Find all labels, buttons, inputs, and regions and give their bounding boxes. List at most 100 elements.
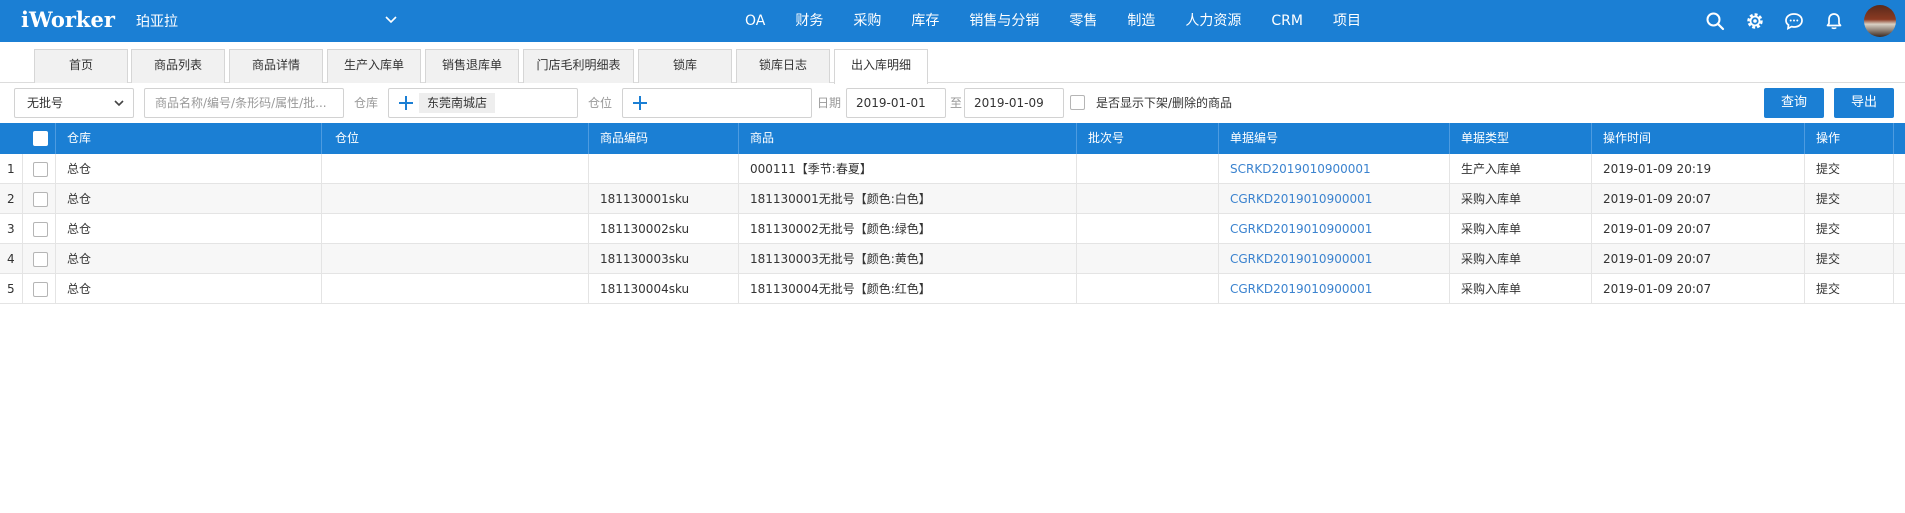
row-index: 5 — [7, 282, 15, 296]
app-logo[interactable]: iWorker — [21, 7, 115, 32]
cell-divider — [738, 184, 739, 214]
cell-doc-type: 采购入库单 — [1461, 252, 1522, 266]
tab-home[interactable]: 首页 — [34, 49, 128, 83]
doc-number-link[interactable]: CGRKD2019010900001 — [1230, 214, 1372, 244]
cell-divider — [1076, 214, 1077, 244]
cell-op: 提交 — [1816, 282, 1841, 296]
cell-product: 181130001无批号【颜色:白色】 — [750, 192, 931, 206]
cell-time: 2019-01-09 20:07 — [1603, 222, 1712, 236]
cell-product: 181130004无批号【颜色:红色】 — [750, 282, 931, 296]
cell-divider — [22, 154, 23, 184]
table-row[interactable]: 4 总仓 181130003sku 181130003无批号【颜色:黄色】 CG… — [0, 244, 1905, 274]
tab-sales-return[interactable]: 销售退库单 — [425, 49, 519, 83]
column-header-location[interactable]: 仓位 — [335, 123, 359, 154]
nav-item-inventory[interactable]: 库存 — [896, 0, 954, 42]
doc-number-link[interactable]: SCRKD2019010900001 — [1230, 154, 1371, 184]
column-header-doc-no[interactable]: 单据编号 — [1230, 123, 1278, 154]
filter-bar: 无批号 商品名称/编号/条形码/属性/批... 仓库 东莞南城店 仓位 日期 2… — [0, 83, 1905, 123]
gear-icon[interactable] — [1745, 11, 1765, 31]
doc-number-link[interactable]: CGRKD2019010900001 — [1230, 244, 1372, 274]
cell-divider — [1893, 214, 1894, 244]
warehouse-picker[interactable]: 东莞南城店 — [388, 88, 578, 118]
chevron-down-icon[interactable] — [383, 11, 399, 27]
cell-divider — [1893, 154, 1894, 184]
table-row[interactable]: 1 总仓 000111【季节:春夏】 SCRKD2019010900001 生产… — [0, 154, 1905, 184]
cell-divider — [1591, 274, 1592, 304]
column-header-warehouse[interactable]: 仓库 — [67, 123, 91, 154]
cell-divider — [1893, 274, 1894, 304]
export-button[interactable]: 导出 — [1834, 88, 1894, 118]
column-header-batch[interactable]: 批次号 — [1088, 123, 1124, 154]
product-search-input[interactable]: 商品名称/编号/条形码/属性/批... — [144, 88, 344, 118]
nav-item-crm[interactable]: CRM — [1256, 0, 1318, 42]
nav-item-purchase[interactable]: 采购 — [838, 0, 896, 42]
search-icon[interactable] — [1705, 11, 1725, 31]
table-row[interactable]: 2 总仓 181130001sku 181130001无批号【颜色:白色】 CG… — [0, 184, 1905, 214]
column-header-time[interactable]: 操作时间 — [1603, 123, 1651, 154]
table-row[interactable]: 5 总仓 181130004sku 181130004无批号【颜色:红色】 CG… — [0, 274, 1905, 304]
cell-divider — [55, 184, 56, 214]
batch-select[interactable]: 无批号 — [14, 88, 134, 118]
nav-item-project[interactable]: 项目 — [1318, 0, 1376, 42]
column-header-code[interactable]: 商品编码 — [600, 123, 648, 154]
column-divider — [1804, 123, 1805, 154]
doc-number-link[interactable]: CGRKD2019010900001 — [1230, 274, 1372, 304]
nav-item-oa[interactable]: OA — [730, 0, 780, 42]
tab-lock-log[interactable]: 锁库日志 — [736, 49, 830, 83]
cell-warehouse: 总仓 — [67, 222, 92, 236]
tab-inout-detail[interactable]: 出入库明细 — [834, 49, 928, 84]
table-row[interactable]: 3 总仓 181130002sku 181130002无批号【颜色:绿色】 CG… — [0, 214, 1905, 244]
company-name[interactable]: 珀亚拉 — [136, 11, 178, 31]
row-checkbox[interactable] — [33, 192, 48, 207]
doc-number-link[interactable]: CGRKD2019010900001 — [1230, 184, 1372, 214]
tab-product-list[interactable]: 商品列表 — [131, 49, 225, 83]
cell-divider — [1076, 154, 1077, 184]
column-header-op[interactable]: 操作 — [1816, 123, 1840, 154]
batch-select-value: 无批号 — [27, 96, 64, 110]
cell-divider — [1218, 214, 1219, 244]
tab-lock-stock[interactable]: 锁库 — [638, 49, 732, 83]
nav-item-sales[interactable]: 销售与分销 — [954, 0, 1054, 42]
tab-production-inbound[interactable]: 生产入库单 — [327, 49, 421, 83]
cell-time: 2019-01-09 20:07 — [1603, 282, 1712, 296]
cell-time: 2019-01-09 20:19 — [1603, 162, 1712, 176]
date-to-input[interactable]: 2019-01-09 — [964, 88, 1064, 118]
table-header: 仓库 仓位 商品编码 商品 批次号 单据编号 单据类型 操作时间 操作 — [0, 123, 1905, 154]
column-divider — [738, 123, 739, 154]
cell-doc-type: 生产入库单 — [1461, 162, 1522, 176]
plus-icon[interactable] — [397, 94, 415, 112]
select-all-checkbox[interactable] — [33, 131, 48, 146]
plus-icon[interactable] — [631, 94, 649, 112]
cell-divider — [1804, 244, 1805, 274]
location-picker[interactable] — [622, 88, 812, 118]
row-checkbox[interactable] — [33, 162, 48, 177]
tab-store-margin[interactable]: 门店毛利明细表 — [523, 49, 634, 83]
row-checkbox[interactable] — [33, 282, 48, 297]
column-header-product[interactable]: 商品 — [750, 123, 774, 154]
bell-icon[interactable] — [1824, 11, 1844, 31]
chevron-down-icon — [114, 100, 124, 107]
nav-item-finance[interactable]: 财务 — [780, 0, 838, 42]
cell-divider — [1449, 244, 1450, 274]
tab-product-detail[interactable]: 商品详情 — [229, 49, 323, 83]
cell-divider — [22, 184, 23, 214]
nav-item-manufacturing[interactable]: 制造 — [1112, 0, 1170, 42]
warehouse-chip[interactable]: 东莞南城店 — [419, 93, 496, 113]
nav-item-retail[interactable]: 零售 — [1054, 0, 1112, 42]
avatar[interactable] — [1864, 5, 1896, 37]
chat-icon[interactable] — [1784, 11, 1804, 31]
cell-op: 提交 — [1816, 192, 1841, 206]
nav-item-hr[interactable]: 人力资源 — [1170, 0, 1256, 42]
cell-divider — [1218, 244, 1219, 274]
query-button[interactable]: 查询 — [1764, 88, 1824, 118]
cell-op: 提交 — [1816, 252, 1841, 266]
cell-divider — [1591, 154, 1592, 184]
row-checkbox[interactable] — [33, 222, 48, 237]
cell-divider — [1591, 184, 1592, 214]
show-removed-checkbox[interactable] — [1070, 95, 1085, 110]
cell-divider — [1076, 274, 1077, 304]
date-from-input[interactable]: 2019-01-01 — [846, 88, 946, 118]
column-header-doc-type[interactable]: 单据类型 — [1461, 123, 1509, 154]
cell-divider — [1804, 214, 1805, 244]
row-checkbox[interactable] — [33, 252, 48, 267]
